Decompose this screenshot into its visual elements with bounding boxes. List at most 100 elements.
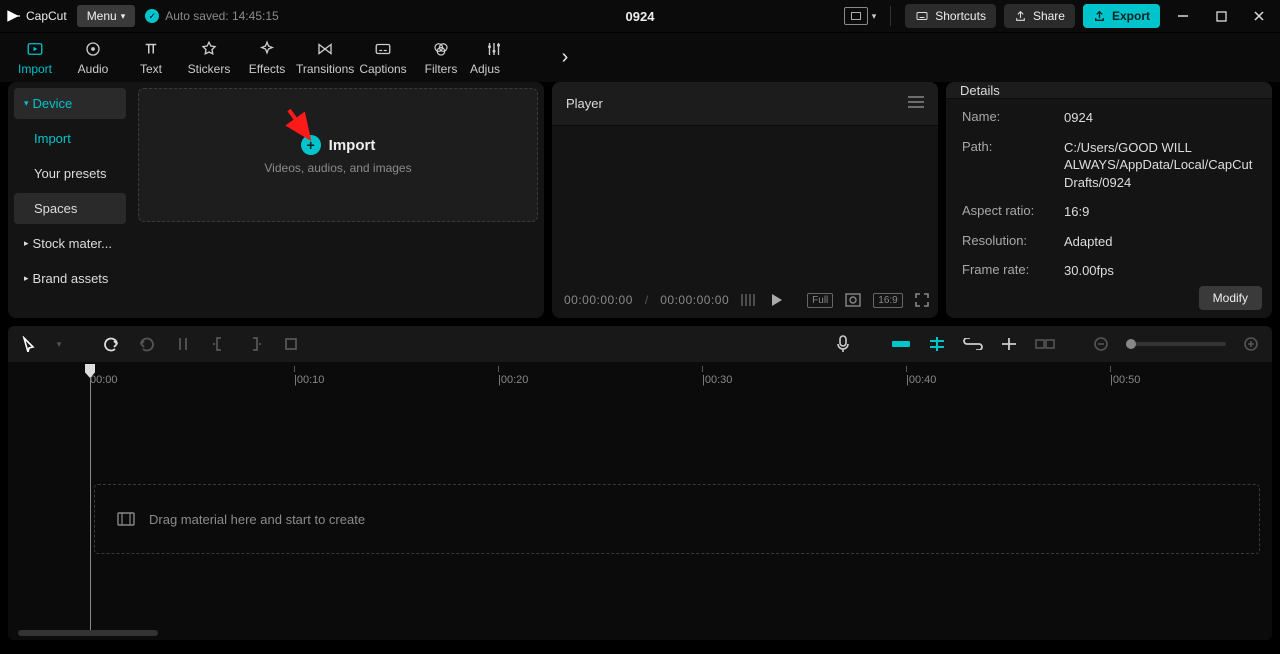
fullscreen-button[interactable] [915, 293, 929, 307]
app-brand: CapCut [6, 8, 67, 24]
share-button[interactable]: Share [1004, 4, 1075, 28]
sidebar-item-stock[interactable]: ▸Stock mater... [14, 228, 126, 259]
player-menu-button[interactable] [908, 96, 924, 111]
modify-button[interactable]: Modify [1199, 286, 1262, 310]
player-title: Player [566, 96, 603, 111]
zoom-slider[interactable] [1126, 342, 1226, 346]
export-button[interactable]: Export [1083, 4, 1160, 28]
delete-left-button[interactable] [208, 333, 230, 355]
tab-label: Transitions [296, 62, 354, 76]
undo-icon [102, 336, 120, 352]
split-button[interactable] [172, 333, 194, 355]
ruler-label: 00:30 [705, 374, 733, 386]
window-maximize-button[interactable] [1206, 3, 1236, 29]
stickers-icon [199, 40, 219, 58]
crop-button[interactable] [280, 333, 302, 355]
ruler-label: 00:10 [297, 374, 325, 386]
compare-button[interactable] [741, 293, 757, 307]
tab-filters[interactable]: Filters [412, 36, 470, 82]
redo-icon [138, 336, 156, 352]
menu-lines-icon [908, 96, 924, 108]
focus-icon [845, 293, 861, 307]
tab-text[interactable]: Text [122, 36, 180, 82]
sidebar-item-import[interactable]: Import [14, 123, 126, 154]
sidebar-item-brand[interactable]: ▸Brand assets [14, 263, 126, 294]
chevron-down-icon: ▾ [121, 11, 126, 22]
import-drop-label: Import [329, 137, 376, 154]
clear-gaps-button[interactable] [1034, 333, 1056, 355]
tab-stickers[interactable]: Stickers [180, 36, 238, 82]
slider-knob[interactable] [1126, 339, 1136, 349]
timeline-toolbar: ▾ [8, 326, 1272, 362]
details-panel: Details Name:0924 Path:C:/Users/GOOD WIL… [946, 82, 1272, 318]
minus-circle-icon [1094, 337, 1108, 351]
record-audio-button[interactable] [832, 333, 854, 355]
tab-audio[interactable]: Audio [64, 36, 122, 82]
main-track-magnet-button[interactable] [890, 333, 912, 355]
detail-aspect: Aspect ratio:16:9 [962, 203, 1256, 221]
bracket-left-icon [211, 336, 227, 352]
menu-button[interactable]: Menu ▾ [77, 5, 136, 27]
scrollbar-thumb[interactable] [18, 630, 158, 636]
delete-right-button[interactable] [244, 333, 266, 355]
aspect-quick-button[interactable]: ▾ [844, 7, 877, 25]
split-icon [175, 336, 191, 352]
tab-import[interactable]: Import [6, 36, 64, 82]
zoom-out-button[interactable] [1090, 333, 1112, 355]
snap-icon [927, 336, 947, 352]
effects-icon [257, 40, 277, 58]
compare-icon [741, 293, 757, 307]
collapse-icon [1035, 337, 1055, 351]
snapshot-button[interactable] [845, 293, 861, 307]
export-label: Export [1112, 9, 1150, 23]
tab-label: Adjus [470, 62, 500, 76]
linkage-button[interactable] [962, 333, 984, 355]
timeline-drop-hint: Drag material here and start to create [149, 512, 365, 527]
zoom-in-button[interactable] [1240, 333, 1262, 355]
import-drop-zone[interactable]: + Import Videos, audios, and images [138, 88, 538, 222]
tab-effects[interactable]: Effects [238, 36, 296, 82]
audio-icon [83, 40, 103, 58]
bracket-right-icon [247, 336, 263, 352]
minimize-icon [1177, 10, 1189, 22]
window-minimize-button[interactable] [1168, 3, 1198, 29]
preview-axis-button[interactable] [998, 333, 1020, 355]
timeline[interactable]: 00:00 |00:10 |00:20 |00:30 |00:40 |00:50… [8, 362, 1272, 640]
import-tab-icon [25, 40, 45, 58]
window-close-button[interactable] [1244, 3, 1274, 29]
link-icon [963, 338, 983, 350]
captions-icon [373, 40, 393, 58]
play-button[interactable] [769, 293, 783, 307]
selection-tool-button[interactable] [18, 333, 40, 355]
share-icon [1014, 10, 1027, 23]
redo-button[interactable] [136, 333, 158, 355]
film-icon [117, 512, 135, 526]
tabs-scroll-right-button[interactable]: › [552, 33, 578, 82]
shortcuts-button[interactable]: Shortcuts [905, 4, 996, 28]
tab-adjust[interactable]: Adjus [470, 36, 518, 82]
tab-captions[interactable]: Captions [354, 36, 412, 82]
ruler-label: 00:20 [501, 374, 529, 386]
detail-fps: Frame rate:30.00fps [962, 262, 1256, 280]
plus-icon: + [301, 135, 321, 155]
project-title: 0924 [626, 9, 655, 24]
crop-icon [283, 336, 299, 352]
tab-label: Captions [359, 62, 406, 76]
tab-label: Audio [78, 62, 109, 76]
tab-label: Filters [425, 62, 458, 76]
selection-tool-dropdown[interactable]: ▾ [54, 333, 64, 355]
axis-icon [999, 337, 1019, 351]
sidebar-item-device[interactable]: ▾Device [14, 88, 126, 119]
sidebar-item-presets[interactable]: Your presets [14, 158, 126, 189]
timeline-ruler[interactable]: 00:00 |00:10 |00:20 |00:30 |00:40 |00:50 [8, 362, 1272, 384]
full-preview-button[interactable]: Full [807, 293, 833, 308]
close-icon [1253, 10, 1265, 22]
timeline-scrollbar[interactable] [18, 630, 1262, 636]
timeline-drop-zone[interactable]: Drag material here and start to create [94, 484, 1260, 554]
chevron-down-icon: ▾ [57, 339, 62, 350]
auto-snap-button[interactable] [926, 333, 948, 355]
sidebar-item-spaces[interactable]: Spaces [14, 193, 126, 224]
undo-button[interactable] [100, 333, 122, 355]
tab-transitions[interactable]: Transitions [296, 36, 354, 82]
player-ratio-button[interactable]: 16:9 [873, 293, 902, 308]
